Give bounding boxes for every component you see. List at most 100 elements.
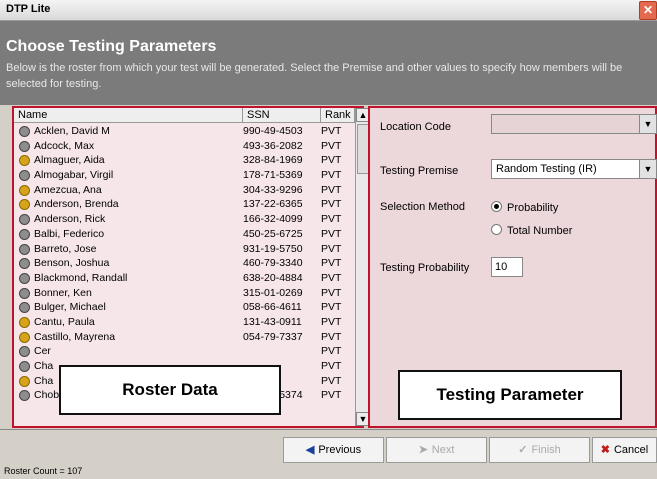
table-row[interactable]: Cer PVT <box>14 344 348 359</box>
cell-name: Amezcua, Ana <box>34 183 102 196</box>
cell-rank: PVT <box>321 374 342 387</box>
table-row[interactable]: Cantu, Paula 131-43-0911 PVT <box>14 315 348 330</box>
roster-data-label: Roster Data <box>59 365 281 415</box>
chevron-down-icon[interactable]: ▼ <box>639 160 656 178</box>
location-code-select[interactable]: ▼ <box>491 114 657 134</box>
cell-ssn: 315-01-0269 <box>243 286 303 299</box>
table-row[interactable]: Castillo, Mayrena 054-79-7337 PVT <box>14 330 348 345</box>
cell-rank: PVT <box>321 213 342 226</box>
cell-ssn: 931-19-5750 <box>243 242 303 255</box>
female-person-icon <box>19 184 30 196</box>
cell-rank: PVT <box>321 139 342 152</box>
cell-rank: PVT <box>321 125 342 137</box>
cell-name: Benson, Joshua <box>34 257 110 270</box>
cell-rank: PVT <box>321 154 342 167</box>
previous-button[interactable]: ◀ Previous <box>283 437 384 463</box>
testing-premise-select[interactable]: Random Testing (IR) ▼ <box>491 159 657 179</box>
cell-name: Bonner, Ken <box>34 286 92 299</box>
selection-method-label: Selection Method <box>380 201 465 213</box>
testing-parameters-panel: Location Code ▼ Testing Premise Random T… <box>368 106 657 428</box>
table-row[interactable]: Almogabar, Virgil 178-71-5369 PVT <box>14 168 348 183</box>
table-row[interactable]: Barreto, Jose 931-19-5750 PVT <box>14 242 348 257</box>
check-icon: ✓ <box>518 444 528 456</box>
cell-rank: PVT <box>321 345 342 358</box>
cell-name: Blackmond, Randall <box>34 271 128 284</box>
header-banner: Choose Testing Parameters Below is the r… <box>0 21 657 105</box>
cell-name: Barreto, Jose <box>34 242 97 255</box>
table-row[interactable]: Anderson, Brenda 137-22-6365 PVT <box>14 197 348 212</box>
cancel-button[interactable]: ✖ Cancel <box>592 437 657 463</box>
male-person-icon <box>19 170 30 182</box>
female-person-icon <box>19 331 30 343</box>
table-row[interactable]: Bonner, Ken 315-01-0269 PVT <box>14 286 348 301</box>
cell-ssn: 058-66-4611 <box>243 301 302 314</box>
next-button[interactable]: ➤ Next <box>386 437 487 463</box>
cell-ssn: 990-49-4503 <box>243 125 303 137</box>
testing-premise-label: Testing Premise <box>380 165 459 177</box>
column-header-rank[interactable]: Rank <box>321 108 355 123</box>
cell-ssn: 460-79-3340 <box>243 257 303 270</box>
page-subtitle: Below is the roster from which your test… <box>6 62 623 90</box>
testing-probability-input[interactable]: 10 <box>491 257 523 277</box>
male-person-icon <box>19 126 30 137</box>
column-header-name[interactable]: Name <box>14 108 243 123</box>
female-person-icon <box>19 199 30 211</box>
table-row[interactable]: Blackmond, Randall 638-20-4884 PVT <box>14 271 348 286</box>
table-row[interactable]: Anderson, Rick 166-32-4099 PVT <box>14 212 348 227</box>
male-person-icon <box>19 346 30 358</box>
cell-rank: PVT <box>321 227 342 240</box>
table-row[interactable]: Acklen, David M 990-49-4503 PVT <box>14 124 348 139</box>
cell-ssn: 137-22-6365 <box>243 198 303 211</box>
cell-name: Cha <box>34 360 54 372</box>
table-row[interactable]: Balbi, Federico 450-25-6725 PVT <box>14 227 348 242</box>
location-code-label: Location Code <box>380 121 451 133</box>
male-person-icon <box>19 214 30 226</box>
table-row[interactable]: Adcock, Max 493-36-2082 PVT <box>14 139 348 154</box>
cell-rank: PVT <box>321 330 342 343</box>
cell-rank: PVT <box>321 242 342 255</box>
page-title: Choose Testing Parameters <box>6 38 217 55</box>
finish-button[interactable]: ✓ Finish <box>489 437 590 463</box>
female-person-icon <box>19 375 30 387</box>
cell-rank: PVT <box>321 389 342 402</box>
close-icon[interactable]: ✕ <box>639 1 657 20</box>
male-person-icon <box>19 258 30 270</box>
roster-list: Acklen, David M 990-49-4503 PVT Adcock, Max… <box>14 124 348 403</box>
table-row[interactable]: Almaguer, Aida 328-84-1969 PVT <box>14 153 348 168</box>
cell-ssn: 493-36-2082 <box>243 139 303 152</box>
cell-rank: PVT <box>321 198 342 211</box>
table-row[interactable]: Benson, Joshua 460-79-3340 PVT <box>14 256 348 271</box>
x-icon: ✖ <box>600 444 610 456</box>
male-person-icon <box>19 140 30 152</box>
radio-selected-icon <box>491 201 502 212</box>
male-person-icon <box>19 272 30 284</box>
table-row[interactable]: Amezcua, Ana 304-33-9296 PVT <box>14 183 348 198</box>
radio-unselected-icon <box>491 224 502 235</box>
radio-probability[interactable]: Probability <box>491 201 558 214</box>
roster-panel: Name SSN Rank Acklen, David M 990-49-4503… <box>12 106 370 428</box>
radio-total-number[interactable]: Total Number <box>491 224 572 237</box>
cell-ssn: 178-71-5369 <box>243 169 303 182</box>
male-person-icon <box>19 287 30 299</box>
column-header-ssn[interactable]: SSN <box>243 108 321 123</box>
cell-name: Cer <box>34 345 51 358</box>
arrow-right-icon: ➤ <box>418 444 428 456</box>
cell-rank: PVT <box>321 360 342 372</box>
male-person-icon <box>19 390 30 402</box>
cell-name: Adcock, Max <box>34 139 95 152</box>
roster-count: Roster Count = 107 <box>4 466 83 476</box>
window-title: DTP Lite <box>6 3 51 15</box>
cell-rank: PVT <box>321 183 342 196</box>
cell-name: Bulger, Michael <box>34 301 106 314</box>
title-bar: DTP Lite ✕ <box>0 0 657 21</box>
cell-ssn: 054-79-7337 <box>243 330 303 343</box>
cell-rank: PVT <box>321 169 342 182</box>
table-row[interactable]: Bulger, Michael 058-66-4611 PVT <box>14 300 348 315</box>
testing-probability-label: Testing Probability <box>380 262 470 274</box>
cell-name: Balbi, Federico <box>34 227 105 240</box>
cell-name: Anderson, Rick <box>34 213 106 226</box>
cell-ssn: 450-25-6725 <box>243 227 303 240</box>
cell-name: Almogabar, Virgil <box>34 169 114 182</box>
testing-parameter-label: Testing Parameter <box>398 370 622 420</box>
chevron-down-icon[interactable]: ▼ <box>639 115 656 133</box>
